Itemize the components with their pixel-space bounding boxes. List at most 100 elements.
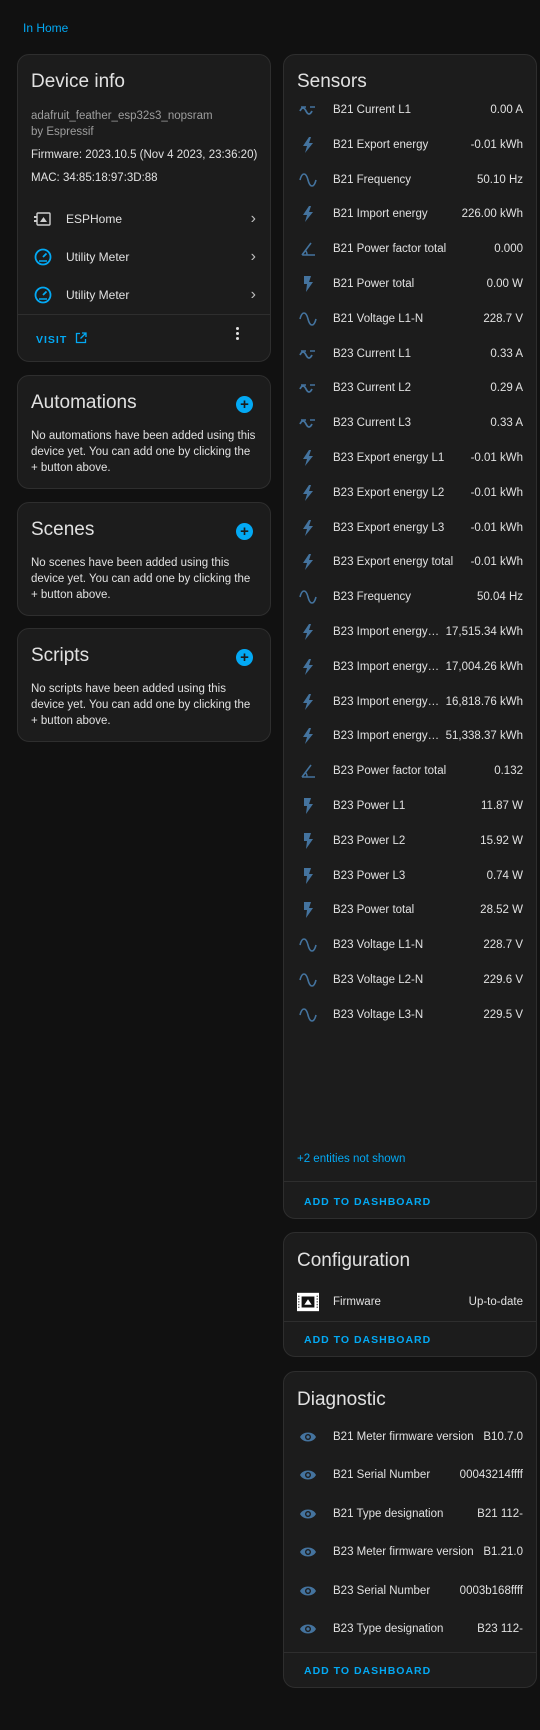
entity-row[interactable]: B21 Frequency 50.10 Hz	[297, 161, 523, 199]
entity-row[interactable]: B23 Export energy L3 -0.01 kWh	[297, 509, 523, 547]
add-script-button[interactable]: +	[236, 649, 253, 666]
configuration-add-to-dashboard-button[interactable]: ADD TO DASHBOARD	[304, 1334, 431, 1346]
sensors-add-to-dashboard-button[interactable]: ADD TO DASHBOARD	[304, 1196, 431, 1208]
utility-meter-icon	[32, 246, 54, 268]
entity-row[interactable]: B21 Serial Number 00043214ffff	[297, 1456, 523, 1494]
eye-icon	[297, 1580, 319, 1602]
row-name: B23 Export energy total	[333, 556, 454, 569]
entity-row[interactable]: B23 Frequency 50.04 Hz	[297, 578, 523, 616]
integration-utility-meter[interactable]: Utility Meter ›	[32, 276, 256, 314]
row-value: 229.5 V	[483, 1008, 523, 1021]
automations-empty-text: No automations have been added using thi…	[31, 430, 256, 474]
row-value: 00043214ffff	[459, 1469, 523, 1482]
row-value: 0.00 A	[490, 104, 523, 116]
row-value: -0.01 kWh	[470, 452, 523, 464]
entity-row[interactable]: B23 Type designation B23 112-	[297, 1610, 523, 1648]
sine-wave-icon	[297, 969, 319, 991]
row-value: 0.33 A	[490, 417, 523, 430]
chevron-right-icon: ›	[250, 210, 256, 227]
row-value: 0.33 A	[490, 347, 523, 360]
entity-row[interactable]: B21 Export energy -0.01 kWh	[297, 126, 523, 164]
row-name: B21 Voltage L1-N	[333, 312, 424, 325]
row-value: 226.00 kWh	[461, 208, 523, 221]
angle-icon	[297, 238, 319, 260]
diagnostic-title: Diagnostic	[297, 1389, 386, 1410]
diagnostic-add-to-dashboard-button[interactable]: ADD TO DASHBOARD	[304, 1665, 431, 1677]
entity-row[interactable]: B23 Import energy t… 51,338.37 kWh	[297, 717, 523, 755]
entity-row[interactable]: B23 Serial Number 0003b168ffff	[297, 1572, 523, 1610]
entity-row[interactable]: B23 Import energy L2 17,004.26 kWh	[297, 648, 523, 686]
entity-row[interactable]: B21 Meter firmware version B10.7.0	[297, 1418, 523, 1456]
row-name: B23 Type designation	[333, 1623, 444, 1635]
entity-row[interactable]: B23 Voltage L1-N 228.7 V	[297, 926, 523, 964]
entity-row[interactable]: B21 Power total 0.00 W	[297, 265, 523, 303]
row-value: -0.01 kWh	[470, 138, 523, 151]
entity-row[interactable]: B23 Meter firmware version B1.21.0	[297, 1533, 523, 1571]
row-name: B23 Voltage L2-N	[333, 974, 424, 986]
visit-button[interactable]: VISIT	[36, 331, 87, 349]
hidden-entities-link[interactable]: +2 entities not shown	[297, 1153, 405, 1165]
add-scene-button[interactable]: +	[236, 523, 253, 540]
sensors-title: Sensors	[297, 71, 367, 92]
entity-row[interactable]: B23 Power factor total 0.132	[297, 752, 523, 790]
scenes-title: Scenes	[31, 519, 95, 540]
entity-row[interactable]: B21 Voltage L1-N 228.7 V	[297, 300, 523, 338]
flash-icon	[297, 795, 319, 817]
row-name: B21 Export energy	[333, 138, 429, 151]
row-name: B21 Meter firmware version	[333, 1431, 474, 1443]
entity-row[interactable]: B21 Import energy 226.00 kWh	[297, 195, 523, 233]
divider	[18, 314, 270, 315]
device-mac: MAC: 34:85:18:97:3D:88	[31, 172, 158, 184]
utility-meter-icon	[32, 284, 54, 306]
breadcrumb[interactable]: In Home	[23, 21, 68, 35]
open-in-new-icon	[75, 331, 87, 349]
lightning-icon	[297, 203, 319, 225]
row-value: 228.7 V	[483, 939, 523, 952]
configuration-title: Configuration	[297, 1250, 411, 1271]
more-options-icon[interactable]	[234, 327, 240, 340]
entity-row[interactable]: B23 Power L3 0.74 W	[297, 857, 523, 895]
entity-row[interactable]: B23 Current L1 0.33 A	[297, 335, 523, 373]
row-name: B23 Meter firmware version	[333, 1546, 474, 1559]
automations-title: Automations	[31, 392, 137, 413]
row-value: B10.7.0	[483, 1431, 523, 1443]
entity-row[interactable]: B23 Current L3 0.33 A	[297, 404, 523, 442]
add-automation-button[interactable]: +	[236, 396, 253, 413]
device-info-title: Device info	[31, 71, 125, 92]
entity-row[interactable]: B23 Current L2 0.29 A	[297, 369, 523, 407]
entity-row[interactable]: B21 Power factor total 0.000	[297, 230, 523, 268]
flash-icon	[297, 273, 319, 295]
device-model: adafruit_feather_esp32s3_nopsram	[31, 110, 213, 122]
entity-row[interactable]: B23 Export energy total -0.01 kWh	[297, 543, 523, 581]
row-name: B23 Power L2	[333, 834, 406, 847]
entity-row[interactable]: B23 Export energy L2 -0.01 kWh	[297, 474, 523, 512]
entity-row[interactable]: B23 Power L1 11.87 W	[297, 787, 523, 825]
configuration-card: Configuration Firmware Up-to-date ADD TO…	[283, 1232, 537, 1357]
row-value: 0.29 A	[490, 382, 523, 395]
divider	[284, 1181, 536, 1182]
flash-icon	[297, 830, 319, 852]
integration-label: ESPHome	[66, 212, 123, 226]
row-value: 17,515.34 kWh	[445, 626, 523, 638]
entity-row[interactable]: B23 Voltage L3-N 229.5 V	[297, 996, 523, 1034]
entity-row[interactable]: B21 Type designation B21 112-	[297, 1495, 523, 1533]
entity-row[interactable]: B23 Import energy L1 17,515.34 kWh	[297, 613, 523, 651]
entity-row[interactable]: B21 Current L1 0.00 A	[297, 91, 523, 129]
entity-row[interactable]: B23 Import energy L3 16,818.76 kWh	[297, 683, 523, 721]
entity-row[interactable]: B23 Voltage L2-N 229.6 V	[297, 961, 523, 999]
esphome-icon	[32, 208, 54, 230]
lightning-icon	[297, 691, 319, 713]
lightning-icon	[297, 656, 319, 678]
row-name: B23 Import energy L1	[333, 626, 440, 638]
integration-esphome[interactable]: ESPHome ›	[32, 200, 256, 238]
entity-row[interactable]: B23 Power total 28.52 W	[297, 891, 523, 929]
integration-utility-meter[interactable]: Utility Meter ›	[32, 238, 256, 276]
configuration-row-firmware[interactable]: Firmware Up-to-date	[297, 1283, 523, 1321]
entity-row[interactable]: B23 Export energy L1 -0.01 kWh	[297, 439, 523, 477]
row-value: 16,818.76 kWh	[445, 695, 523, 708]
entity-row[interactable]: B23 Power L2 15.92 W	[297, 822, 523, 860]
row-name: B21 Serial Number	[333, 1469, 431, 1482]
current-ac-icon	[297, 343, 319, 365]
divider	[284, 1652, 536, 1653]
row-name: B21 Type designation	[333, 1507, 444, 1520]
